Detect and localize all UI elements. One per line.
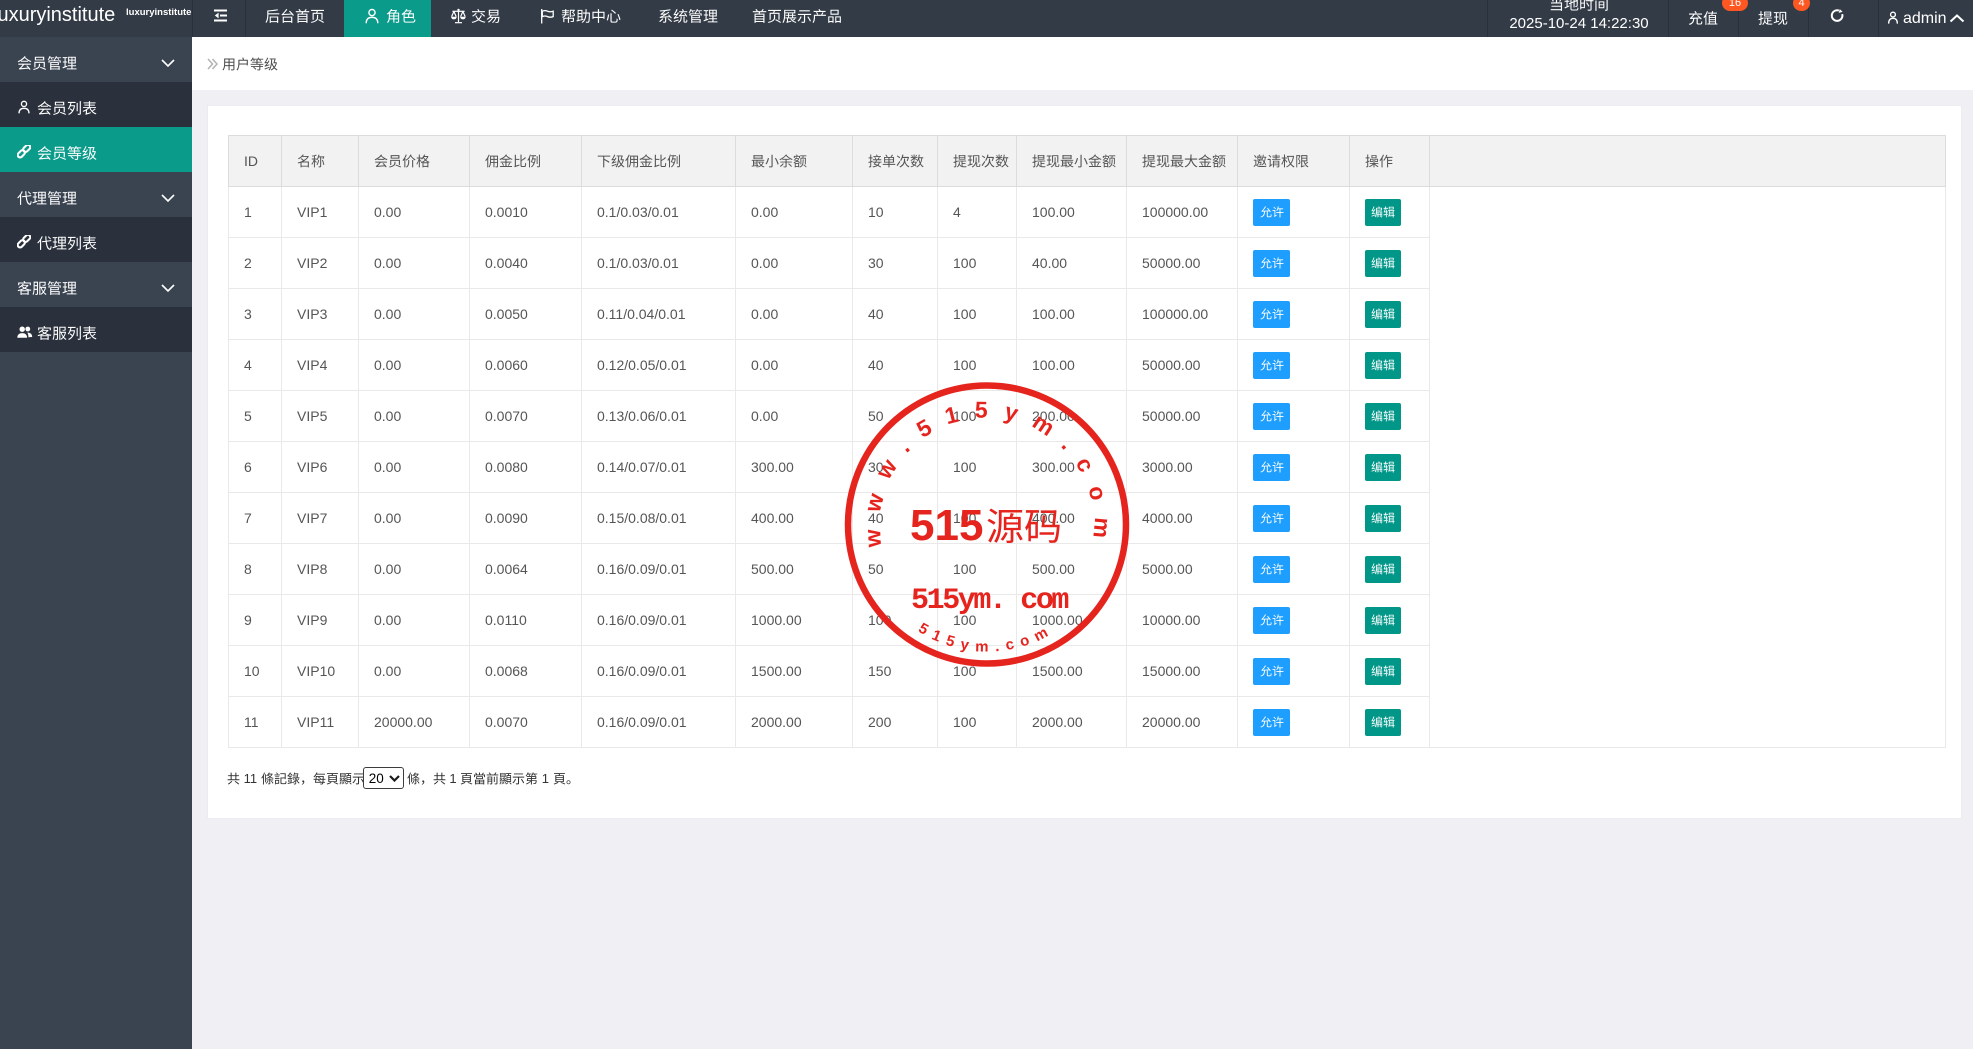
svg-text:515: 515 xyxy=(910,501,983,550)
svg-text:515ym. com: 515ym. com xyxy=(911,584,1068,618)
svg-text:515ym.com: 515ym.com xyxy=(915,620,1056,656)
